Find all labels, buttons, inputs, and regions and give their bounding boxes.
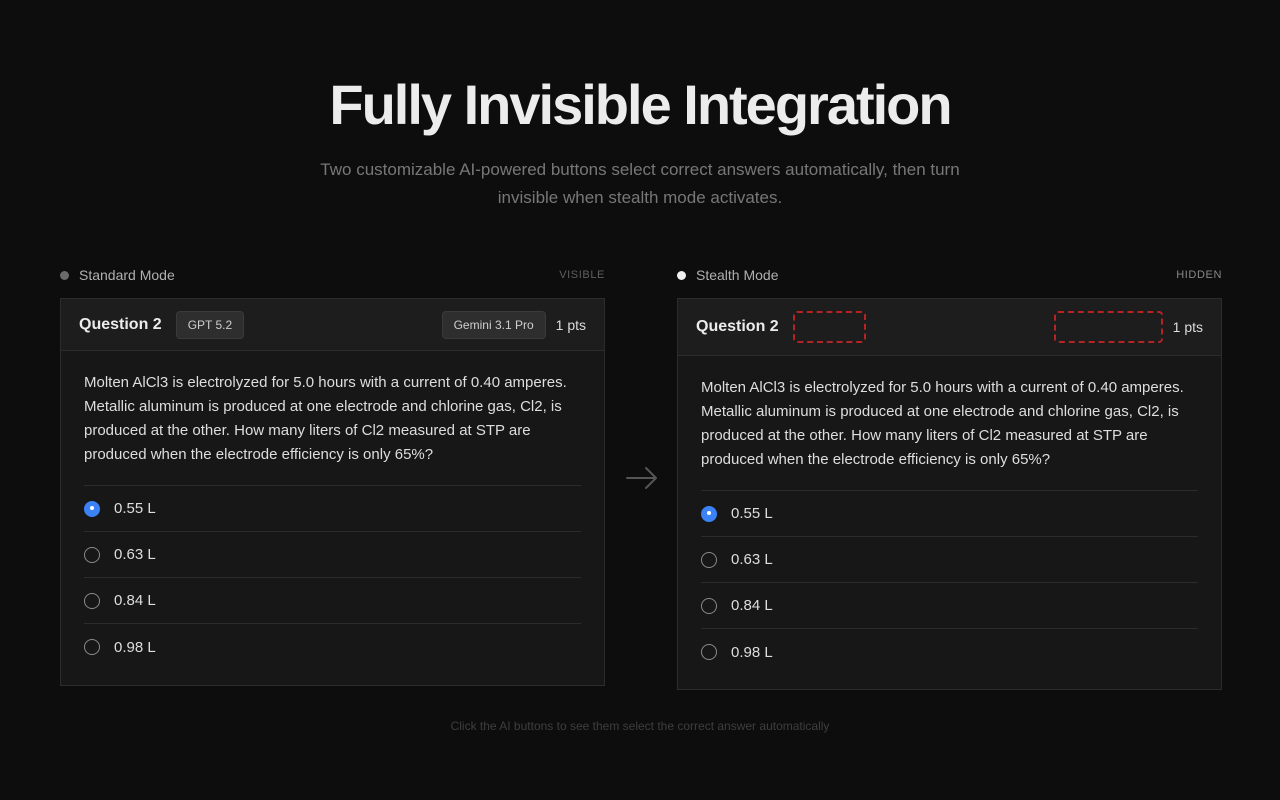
standard-question-panel: Question 2 GPT 5.2 Gemini 3.1 Pro 1 pts … [60,298,605,686]
radio-button[interactable] [701,551,717,568]
option-label: 0.84 L [731,597,773,614]
radio-button[interactable] [701,644,717,660]
stealth-question-panel: Question 2 1 pts Molten AlCl3 is electro… [677,298,1222,690]
standard-mode-dot [60,270,69,280]
standard-panel-header: Question 2 GPT 5.2 Gemini 3.1 Pro 1 pts [61,299,604,351]
stealth-mode-status: HIDDEN [1176,269,1222,281]
answer-option[interactable]: 0.63 L [701,537,1198,583]
stealth-panel-header: Question 2 1 pts [678,299,1221,356]
stealth-mode-header: Stealth Mode HIDDEN [677,266,1222,284]
radio-button[interactable] [84,639,100,655]
answer-option[interactable]: 0.84 L [701,583,1198,629]
footer-hint: Click the AI buttons to see them select … [450,719,830,733]
hero-subtitle: Two customizable AI-powered buttons sele… [320,160,960,207]
standard-panel-body: Molten AlCl3 is electrolyzed for 5.0 hou… [61,351,604,680]
radio-button[interactable] [84,546,100,563]
stealth-options-list: 0.55 L 0.63 L 0.84 L 0.98 L [701,491,1198,675]
gpt-ai-button[interactable]: GPT 5.2 [175,310,245,339]
hero-title: Fully Invisible Integration [329,73,952,136]
stealth-mode-dot [677,270,686,280]
hidden-gpt-ai-button[interactable] [792,311,866,343]
arrow-right-icon [626,467,657,489]
standard-options-list: 0.55 L 0.63 L 0.84 L 0.98 L [84,486,581,670]
answer-option[interactable]: 0.84 L [84,578,581,624]
option-label: 0.55 L [114,500,156,517]
standard-question-text: Molten AlCl3 is electrolyzed for 5.0 hou… [84,371,581,486]
radio-button[interactable] [84,500,100,517]
standard-points: 1 pts [555,316,586,333]
standard-mode-header: Standard Mode VISIBLE [60,266,605,284]
radio-button[interactable] [84,592,100,609]
gemini-ai-button[interactable]: Gemini 3.1 Pro [441,310,546,339]
option-label: 0.98 L [731,643,773,661]
answer-option[interactable]: 0.55 L [701,491,1198,537]
answer-option[interactable]: 0.63 L [84,532,581,578]
stealth-panel-body: Molten AlCl3 is electrolyzed for 5.0 hou… [678,356,1221,685]
stealth-question-title: Question 2 [696,318,779,335]
standard-mode-label: Standard Mode [79,267,175,283]
option-label: 0.63 L [731,551,773,568]
stealth-points: 1 pts [1172,319,1203,335]
option-label: 0.55 L [731,505,773,522]
option-label: 0.98 L [114,638,156,656]
hidden-gemini-ai-button[interactable] [1053,311,1163,343]
answer-option[interactable]: 0.98 L [701,629,1198,675]
answer-option[interactable]: 0.98 L [84,624,581,670]
stealth-mode-label: Stealth Mode [696,267,779,283]
option-label: 0.63 L [114,546,156,563]
radio-button[interactable] [701,505,717,522]
stealth-question-text: Molten AlCl3 is electrolyzed for 5.0 hou… [701,376,1198,491]
option-label: 0.84 L [114,592,156,609]
radio-button[interactable] [701,597,717,614]
standard-mode-status: VISIBLE [559,269,605,281]
answer-option[interactable]: 0.55 L [84,486,581,532]
standard-question-title: Question 2 [79,315,162,333]
